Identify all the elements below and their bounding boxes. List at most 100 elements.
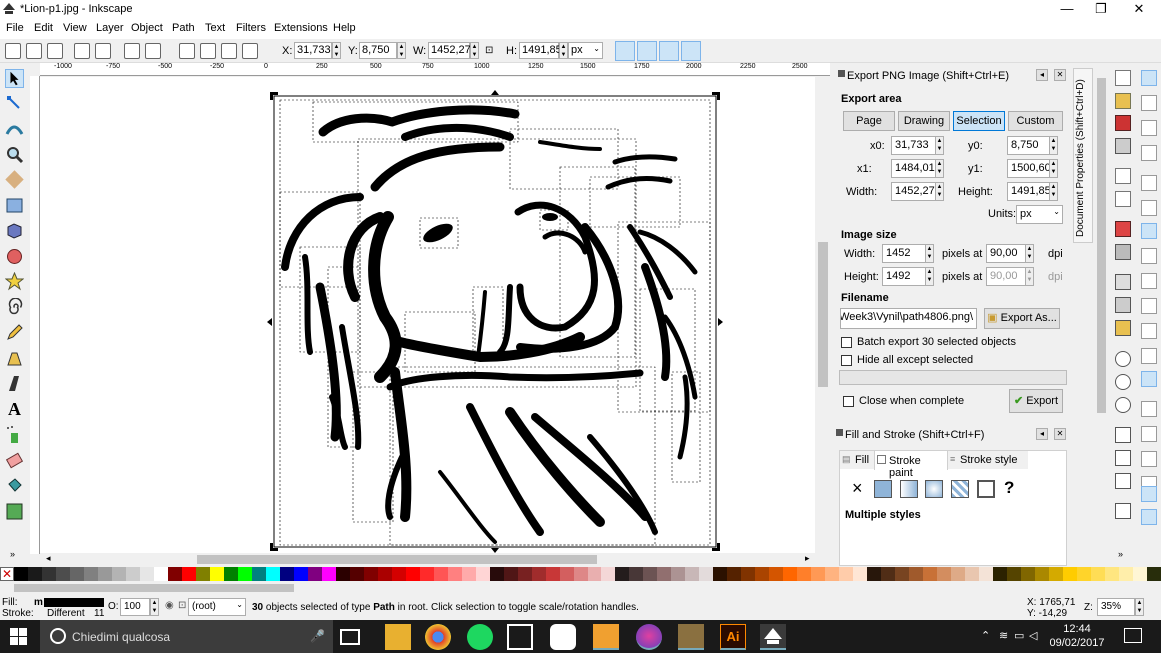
raise-icon[interactable] [200, 43, 216, 59]
layer-visibility-icon[interactable]: ◉ [165, 600, 174, 611]
lock-ratio-icon[interactable]: ⊡ [485, 45, 493, 56]
swatch-icon[interactable] [977, 480, 995, 498]
spray-tool-icon[interactable] [5, 425, 24, 444]
commands-overflow-icon[interactable]: » [1118, 549, 1123, 559]
image-height-spinner[interactable]: ▲ ▼ [925, 267, 934, 286]
color-swatch[interactable] [545, 567, 560, 581]
pattern-icon[interactable] [951, 480, 969, 498]
panel-iconify-icon[interactable]: ◂ [1036, 69, 1048, 81]
color-swatch[interactable] [405, 567, 420, 581]
color-swatch[interactable] [629, 567, 644, 581]
area-selection-button[interactable]: Selection [953, 111, 1005, 131]
undo-icon[interactable] [1115, 221, 1131, 237]
duplicate-icon[interactable] [1115, 427, 1131, 443]
raise-to-top-icon[interactable] [179, 43, 195, 59]
color-swatch[interactable] [1007, 567, 1022, 581]
copy-icon[interactable] [1115, 274, 1131, 290]
opacity-spinner[interactable]: ▲ ▼ [150, 598, 159, 616]
color-swatch[interactable] [741, 567, 756, 581]
menu-path[interactable]: Path [172, 22, 195, 34]
color-swatch[interactable] [335, 567, 350, 581]
color-swatch[interactable] [727, 567, 742, 581]
x0-input[interactable]: 31,733 [891, 136, 936, 155]
color-swatch[interactable] [237, 567, 252, 581]
export-icon[interactable] [1115, 191, 1131, 207]
vertical-scroll-thumb[interactable] [818, 242, 828, 387]
document-properties-tab[interactable]: Document Properties (Shift+Ctrl+D) [1073, 68, 1093, 243]
color-swatch[interactable] [1077, 567, 1092, 581]
unset-paint-icon[interactable]: ? [1004, 478, 1014, 498]
color-swatch[interactable] [503, 567, 518, 581]
area-page-button[interactable]: Page [843, 111, 895, 131]
drawing-canvas[interactable] [40, 77, 815, 553]
layer-lock-icon[interactable]: ⊡ [178, 600, 186, 611]
volume-icon[interactable]: ◁ [1029, 629, 1037, 642]
close-when-complete-checkbox[interactable] [843, 396, 854, 407]
snap-cusp-nodes-icon[interactable] [1141, 298, 1157, 314]
game-app-icon[interactable] [678, 624, 704, 650]
task-view-icon[interactable] [340, 629, 360, 645]
vertical-scrollbar[interactable] [815, 77, 830, 553]
color-swatch[interactable] [27, 567, 42, 581]
zoom-page-icon[interactable] [1115, 397, 1131, 413]
paint-bucket-tool-icon[interactable] [5, 476, 24, 495]
lower-icon[interactable] [221, 43, 237, 59]
export-button[interactable]: ✔ Export [1009, 389, 1063, 413]
area-custom-button[interactable]: Custom [1008, 111, 1063, 131]
color-swatch[interactable] [14, 567, 28, 581]
snap-grid-icon[interactable] [1141, 486, 1157, 502]
snap-others-icon[interactable] [1141, 371, 1157, 387]
scale-corners-toggle[interactable] [637, 41, 657, 61]
minimize-button[interactable]: — [1050, 0, 1084, 19]
color-swatch[interactable] [839, 567, 854, 581]
tab-stroke-style[interactable]: ≡ Stroke style [948, 451, 1028, 469]
color-swatch[interactable] [209, 567, 224, 581]
snap-bbox-midpoints-icon[interactable] [1141, 175, 1157, 191]
color-swatch[interactable] [559, 567, 574, 581]
color-swatch[interactable] [461, 567, 476, 581]
color-swatch[interactable] [517, 567, 532, 581]
color-swatch[interactable] [125, 567, 140, 581]
panel-close-icon[interactable]: ✕ [1054, 428, 1066, 440]
node-tool-icon[interactable] [5, 94, 24, 113]
batch-export-checkbox[interactable] [841, 337, 852, 348]
color-swatch[interactable] [699, 567, 714, 581]
cortana-search-box[interactable]: Chiedimi qualcosa 🎤 [40, 620, 333, 653]
lower-to-bottom-icon[interactable] [242, 43, 258, 59]
pencil-tool-icon[interactable] [5, 323, 24, 342]
y1-spinner[interactable]: ▲ ▼ [1049, 159, 1058, 178]
save-icon[interactable] [1115, 115, 1131, 131]
paste-icon[interactable] [1115, 320, 1131, 336]
x1-input[interactable]: 1484,012 [891, 159, 941, 178]
color-swatch[interactable] [363, 567, 378, 581]
menu-filters[interactable]: Filters [236, 22, 266, 34]
flip-horizontal-icon[interactable] [124, 43, 140, 59]
hide-all-checkbox[interactable] [841, 355, 852, 366]
menu-help[interactable]: Help [333, 22, 356, 34]
color-swatch[interactable] [685, 567, 700, 581]
palette-scroll-thumb[interactable] [14, 584, 294, 592]
new-document-icon[interactable] [1115, 70, 1131, 86]
image-height-input[interactable]: 1492 [882, 267, 926, 286]
snap-object-centers-icon[interactable] [1141, 401, 1157, 417]
dock-scroll-thumb[interactable] [1097, 78, 1106, 413]
unit-select[interactable]: px ⌄ [568, 42, 603, 59]
restore-button[interactable]: ❐ [1084, 0, 1118, 19]
w-input[interactable]: 1452,27 [428, 42, 471, 59]
tab-fill[interactable]: ▤ Fill [840, 451, 874, 469]
color-swatch[interactable] [1133, 567, 1148, 581]
scale-stroke-toggle[interactable] [615, 41, 635, 61]
color-swatch[interactable] [1147, 567, 1161, 581]
color-swatch[interactable] [97, 567, 112, 581]
color-swatch[interactable] [587, 567, 602, 581]
snap-toggle-icon[interactable] [1141, 70, 1157, 86]
rotate-cw-icon[interactable] [95, 43, 111, 59]
color-swatch[interactable] [783, 567, 798, 581]
color-swatch[interactable] [377, 567, 392, 581]
clock-date[interactable]: 09/02/2017 [1048, 637, 1106, 649]
color-swatch[interactable] [811, 567, 826, 581]
zoom-selection-icon[interactable] [1115, 351, 1131, 367]
area-height-spinner[interactable]: ▲ ▼ [1049, 182, 1058, 201]
color-swatch[interactable] [951, 567, 966, 581]
horizontal-scroll-thumb[interactable] [197, 555, 597, 564]
